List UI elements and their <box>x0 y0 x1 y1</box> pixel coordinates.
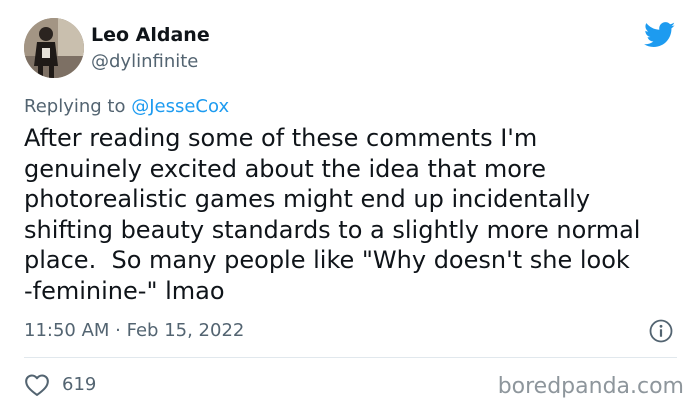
tweet-text-line: After reading some of these comments I'm <box>24 124 538 152</box>
author-handle[interactable]: @dylinfinite <box>91 50 198 74</box>
heart-icon <box>25 374 49 396</box>
author-display-name[interactable]: Leo Aldane <box>91 22 210 48</box>
tweet-text-line: -feminine-" lmao <box>24 276 225 305</box>
twitter-bird-icon[interactable] <box>644 22 676 48</box>
reply-mention-link[interactable]: @JesseCox <box>131 96 229 117</box>
replying-to: Replying to @JesseCox <box>24 94 229 120</box>
watermark: boredpanda.com <box>497 374 684 399</box>
tweet-card: Leo Aldane @dylinfinite Replying to @Jes… <box>0 0 700 410</box>
like-button[interactable]: 619 <box>24 372 96 398</box>
avatar-photo <box>24 18 84 78</box>
tweet-text-line: genuinely excited about the idea that mo… <box>24 154 547 183</box>
divider <box>24 357 677 358</box>
tweet-timestamp[interactable]: 11:50 AM · Feb 15, 2022 <box>24 318 244 344</box>
replying-to-prefix: Replying to <box>24 96 132 117</box>
tweet-text-line: place. So many people like "Why doesn't … <box>24 246 630 274</box>
tweet-text: After reading some of these comments I'm… <box>24 123 694 306</box>
like-count: 619 <box>62 374 97 395</box>
avatar[interactable] <box>24 18 84 78</box>
info-icon[interactable] <box>648 318 674 344</box>
tweet-text-line: photorealistic games might end up incide… <box>24 185 591 213</box>
tweet-text-line: shifting beauty standards to a slightly … <box>24 215 641 244</box>
